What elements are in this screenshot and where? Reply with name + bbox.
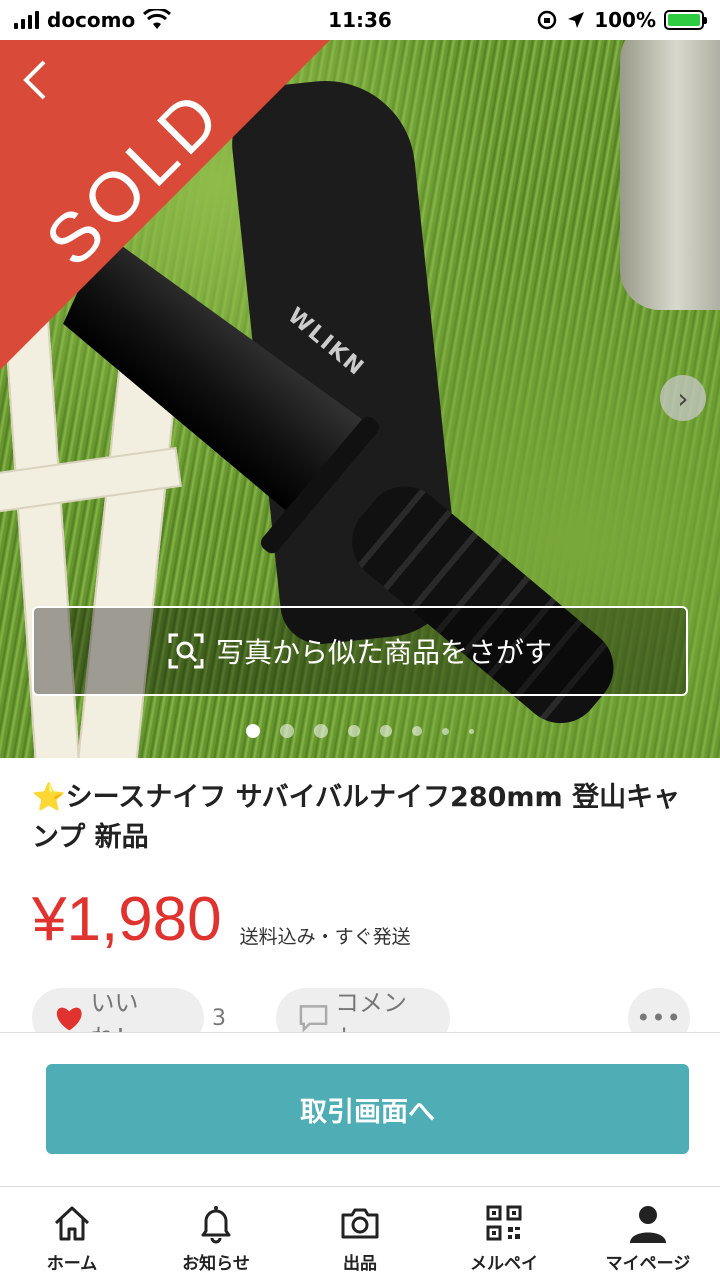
comment-icon	[299, 1005, 328, 1032]
clock: 11:36	[328, 8, 392, 32]
cellular-signal-icon	[14, 11, 39, 29]
tab-mypage[interactable]: マイページ	[576, 1187, 720, 1280]
carousel-dot[interactable]	[469, 729, 474, 734]
comment-label: コメント	[335, 989, 407, 1032]
product-title-text: シースナイフ サバイバルナイフ280mm 登山キャンプ 新品	[32, 782, 681, 853]
tab-label: 出品	[343, 1254, 377, 1274]
carousel-dot[interactable]	[348, 725, 360, 737]
orientation-lock-icon	[537, 10, 557, 30]
person-icon	[630, 1206, 666, 1243]
carousel-dot[interactable]	[246, 724, 260, 738]
camera-icon	[341, 1208, 379, 1239]
status-bar: docomo 11:36 100%	[0, 0, 720, 40]
search-similar-button[interactable]: 写真から似た商品をさがす	[32, 606, 688, 696]
star-icon: ⭐	[32, 782, 66, 813]
location-arrow-icon	[568, 12, 585, 28]
carousel-dot[interactable]	[442, 728, 449, 735]
carrier-name: docomo	[47, 8, 136, 32]
chevron-right-icon: ›	[677, 381, 689, 415]
carousel-dot[interactable]	[280, 724, 294, 738]
battery-percent: 100%	[594, 8, 656, 32]
product-price: ¥1,980	[32, 885, 222, 954]
like-button[interactable]: いいね！	[32, 988, 204, 1032]
heart-icon	[56, 1007, 82, 1031]
image-search-icon	[168, 633, 204, 669]
bell-icon	[201, 1206, 231, 1244]
tab-sell[interactable]: 出品	[288, 1187, 432, 1280]
carousel-pagination	[0, 724, 720, 738]
carousel-dot[interactable]	[412, 726, 422, 736]
product-title: ⭐シースナイフ サバイバルナイフ280mm 登山キャンプ 新品	[32, 778, 692, 858]
tab-label: お知らせ	[182, 1254, 250, 1274]
tab-home[interactable]: ホーム	[0, 1187, 144, 1280]
more-options-button[interactable]: •••	[628, 988, 690, 1032]
tab-label: マイページ	[605, 1254, 691, 1274]
home-icon	[54, 1206, 90, 1241]
back-button[interactable]	[20, 58, 60, 102]
action-row: いいね！ 3 コメント •••	[32, 988, 692, 1032]
chevron-left-icon	[23, 60, 46, 100]
carousel-dot[interactable]	[380, 725, 392, 737]
product-image-carousel[interactable]: WLIKN SOLD › 写真から似た商品をさがす	[0, 40, 720, 758]
divider	[0, 1032, 720, 1033]
wifi-icon	[143, 9, 172, 29]
search-similar-label: 写真から似た商品をさがす	[215, 636, 552, 669]
price-row: ¥1,980 送料込み・すぐ発送	[32, 885, 411, 955]
bottom-tab-bar: ホーム お知らせ 出品 メルペイ マイページ	[0, 1186, 720, 1280]
shipping-note: 送料込み・すぐ発送	[239, 926, 411, 948]
like-label: いいね！	[90, 989, 139, 1032]
tab-merpay[interactable]: メルペイ	[432, 1187, 576, 1280]
trade-button-label: 取引画面へ	[300, 1096, 435, 1128]
photo-pot	[620, 40, 720, 310]
tab-label: メルペイ	[470, 1254, 538, 1274]
comment-button[interactable]: コメント	[276, 988, 450, 1032]
carousel-dot[interactable]	[314, 724, 328, 738]
qr-code-icon	[486, 1205, 522, 1241]
next-image-button[interactable]: ›	[660, 375, 706, 421]
battery-icon	[664, 10, 707, 30]
tab-label: ホーム	[46, 1254, 98, 1274]
like-count: 3	[212, 1006, 226, 1031]
tab-notifications[interactable]: お知らせ	[144, 1187, 288, 1280]
more-dots-icon: •••	[636, 1004, 682, 1032]
trade-screen-button[interactable]: 取引画面へ	[46, 1064, 689, 1154]
